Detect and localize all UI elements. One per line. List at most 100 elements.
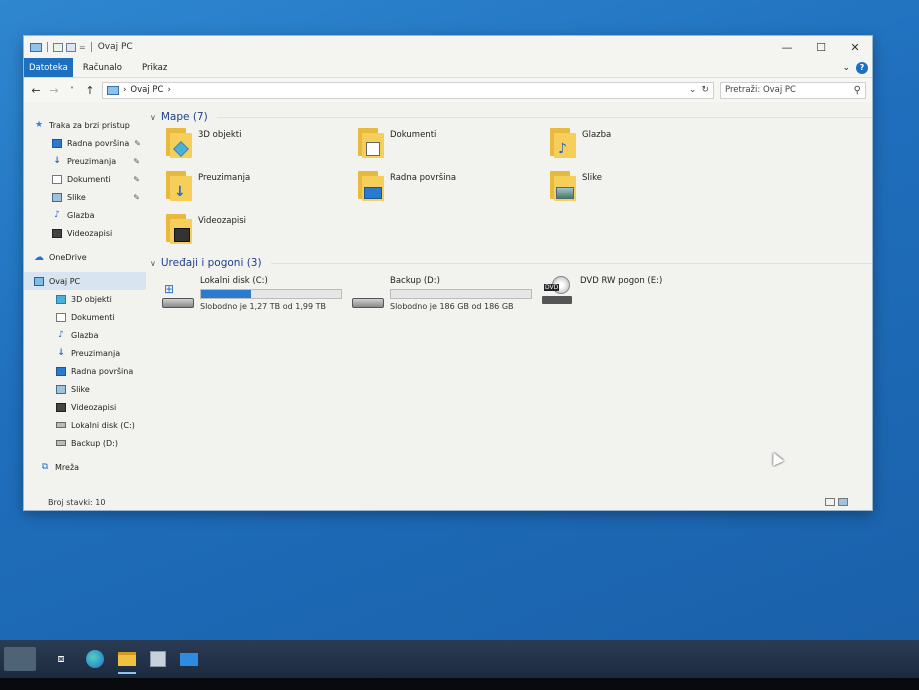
pictures-folder-icon	[548, 171, 576, 201]
nav-pc-downloads[interactable]: ↓ Preuzimanja	[24, 344, 146, 362]
documents-icon	[52, 174, 62, 184]
nav-quick-desktop[interactable]: Radna površina ✎	[24, 134, 146, 152]
help-icon[interactable]: ?	[856, 61, 868, 74]
nav-pc-pictures[interactable]: Slike	[24, 380, 146, 398]
nav-label: 3D objekti	[71, 294, 112, 304]
path-separator[interactable]: ›	[167, 85, 170, 95]
nav-pc-desktop[interactable]: Radna površina	[24, 362, 146, 380]
drive-free-space: Slobodno je 186 GB od 186 GB	[390, 302, 514, 311]
drive-icon	[56, 440, 66, 446]
nav-quick-downloads[interactable]: ↓ Preuzimanja ✎	[24, 152, 146, 170]
customize-toolbar-icon[interactable]: =	[79, 43, 86, 52]
this-pc-icon	[34, 276, 44, 286]
nav-quick-documents[interactable]: Dokumenti ✎	[24, 170, 146, 188]
pin-icon: ✎	[133, 156, 140, 166]
content-pane: ∨ Mape (7) 3D objekti Dokumenti ♪ Glazba	[146, 104, 872, 494]
nav-label: Radna površina	[71, 366, 134, 376]
search-placeholder: Pretraži: Ovaj PC	[725, 85, 796, 95]
ribbon-tabs: Datoteka Računalo Prikaz ⌄ ?	[24, 58, 872, 78]
address-field[interactable]: › Ovaj PC › ⌄ ↻	[102, 81, 714, 99]
drive-name: DVD RW pogon (E:)	[580, 276, 663, 286]
pin-icon: ✎	[134, 138, 141, 148]
store-icon[interactable]	[150, 651, 166, 667]
expand-ribbon-icon[interactable]: ⌄	[842, 63, 850, 73]
group-title: Uređaji i pogoni (3)	[160, 257, 262, 269]
nav-label: Dokumenti	[67, 174, 111, 184]
new-folder-icon[interactable]	[66, 42, 76, 52]
this-pc-icon	[107, 85, 119, 95]
drive-dvd-e[interactable]: DVD DVD RW pogon (E:)	[542, 276, 732, 311]
group-divider	[216, 116, 872, 118]
drives-group-header[interactable]: ∨ Uređaji i pogoni (3)	[150, 254, 872, 272]
tab-view[interactable]: Prikaz	[132, 58, 177, 77]
mail-icon[interactable]	[180, 652, 198, 666]
recent-locations-button[interactable]: ˅	[66, 86, 78, 95]
screen-bezel	[0, 678, 919, 690]
nav-label: OneDrive	[49, 252, 87, 262]
computer-icon	[30, 42, 42, 52]
nav-pc-backup[interactable]: Backup (D:)	[24, 434, 146, 452]
refresh-icon[interactable]: ↻	[701, 85, 709, 95]
nav-pc-music[interactable]: ♪ Glazba	[24, 326, 146, 344]
status-bar: Broj stavki: 10	[24, 494, 872, 510]
folders-grid: 3D objekti Dokumenti ♪ Glazba ↓ Preuzima…	[150, 128, 872, 250]
folder-3d-objects[interactable]: 3D objekti	[164, 128, 356, 164]
group-divider	[270, 262, 872, 264]
drive-local-c[interactable]: ⊞ Lokalni disk (C:) Slobodno je 1,27 TB …	[162, 276, 352, 311]
drive-backup-d[interactable]: Backup (D:) Slobodno je 186 GB od 186 GB	[352, 276, 542, 311]
folder-label: Preuzimanja	[198, 173, 251, 183]
edge-icon[interactable]	[86, 650, 104, 668]
drive-free-space: Slobodno je 1,27 TB od 1,99 TB	[200, 302, 326, 311]
nav-quick-videos[interactable]: Videozapisi	[24, 224, 146, 242]
breadcrumb-this-pc[interactable]: Ovaj PC	[130, 85, 163, 95]
back-button[interactable]: ←	[30, 84, 42, 97]
large-icons-view-icon[interactable]	[838, 498, 848, 506]
music-folder-icon: ♪	[548, 128, 576, 158]
file-explorer-taskbar-icon[interactable]	[118, 652, 136, 674]
folder-desktop[interactable]: Radna površina	[356, 171, 548, 207]
nav-label: Dokumenti	[71, 312, 115, 322]
folder-music[interactable]: ♪ Glazba	[548, 128, 740, 164]
nav-pc-3d-objects[interactable]: 3D objekti	[24, 290, 146, 308]
nav-onedrive[interactable]: ☁ OneDrive	[24, 248, 146, 266]
folder-pictures[interactable]: Slike	[548, 171, 740, 207]
taskbar-search-box[interactable]	[4, 647, 36, 671]
task-view-icon[interactable]: ⧈	[50, 648, 72, 670]
nav-quick-access[interactable]: ★ Traka za brzi pristup	[24, 116, 146, 134]
search-input[interactable]: Pretraži: Ovaj PC ⚲	[720, 81, 866, 99]
folder-videos[interactable]: Videozapisi	[164, 214, 356, 250]
address-dropdown-icon[interactable]: ⌄	[689, 85, 697, 95]
maximize-button[interactable]: ☐	[804, 36, 838, 58]
folder-documents[interactable]: Dokumenti	[356, 128, 548, 164]
drive-usage-bar	[200, 289, 342, 299]
nav-pc-documents[interactable]: Dokumenti	[24, 308, 146, 326]
minimize-button[interactable]: —	[770, 36, 804, 58]
tab-computer[interactable]: Računalo	[73, 58, 132, 77]
folder-downloads[interactable]: ↓ Preuzimanja	[164, 171, 356, 207]
network-icon: ⧉	[41, 462, 49, 472]
downloads-folder-icon: ↓	[164, 171, 192, 201]
chevron-down-icon: ∨	[150, 112, 156, 122]
details-view-icon[interactable]	[825, 498, 835, 506]
nav-this-pc[interactable]: Ovaj PC	[24, 272, 146, 290]
nav-label: Radna površina	[67, 138, 130, 148]
nav-quick-pictures[interactable]: Slike ✎	[24, 188, 146, 206]
nav-label: Videozapisi	[71, 402, 117, 412]
taskbar: ⧈	[0, 640, 919, 678]
nav-pc-videos[interactable]: Videozapisi	[24, 398, 146, 416]
nav-network[interactable]: ⧉ Mreža	[24, 458, 146, 476]
nav-label: Ovaj PC	[49, 276, 81, 286]
nav-label: Glazba	[67, 210, 95, 220]
tab-file[interactable]: Datoteka	[24, 58, 73, 77]
folders-group-header[interactable]: ∨ Mape (7)	[150, 108, 872, 126]
up-button[interactable]: ↑	[84, 84, 96, 97]
address-bar-row: ← → ˅ ↑ › Ovaj PC › ⌄ ↻ Pretraži: Ovaj P…	[24, 78, 872, 102]
chevron-down-icon: ∨	[150, 258, 156, 268]
close-button[interactable]: ✕	[838, 36, 872, 58]
search-icon[interactable]: ⚲	[854, 85, 861, 96]
nav-quick-music[interactable]: ♪ Glazba	[24, 206, 146, 224]
nav-pc-local-disk[interactable]: Lokalni disk (C:)	[24, 416, 146, 434]
forward-button[interactable]: →	[48, 84, 60, 97]
drive-name: Lokalni disk (C:)	[200, 276, 268, 286]
properties-icon[interactable]	[53, 42, 63, 52]
